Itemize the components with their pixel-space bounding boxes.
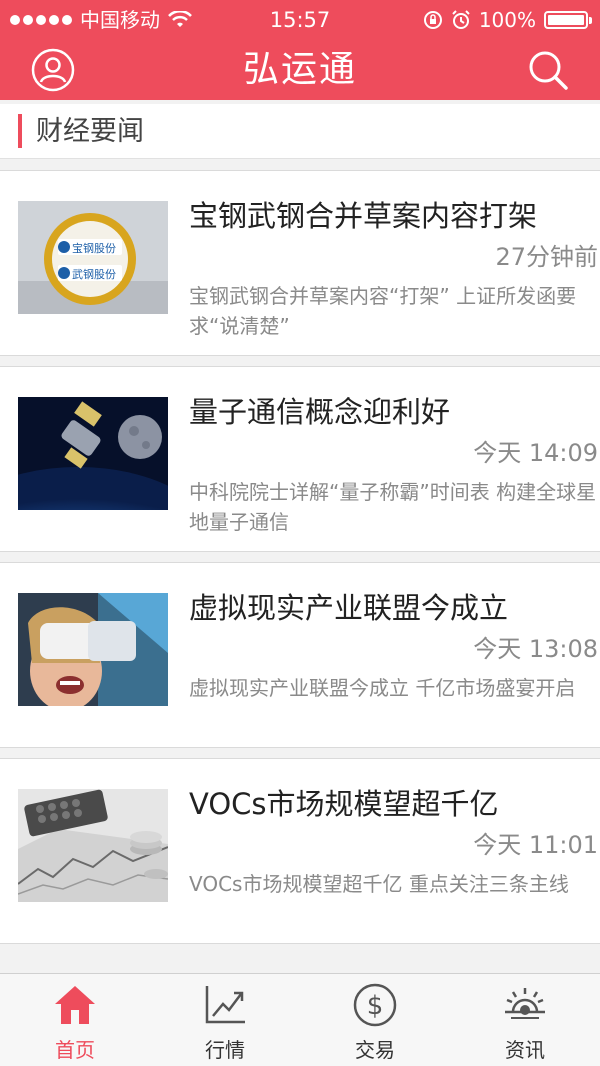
news-summary: VOCs市场规模望超千亿 重点关注三条主线 bbox=[189, 872, 569, 896]
news-time: 今天 14:09 bbox=[473, 439, 598, 467]
news-thumbnail bbox=[18, 789, 168, 902]
tab-market-label: 行情 bbox=[205, 1038, 245, 1062]
news-time: 今天 13:08 bbox=[473, 635, 598, 663]
news-list: 宝钢股份 武钢股份 宝钢武钢合并草案内容打架 27分钟前 宝钢武钢合并草案内容“… bbox=[0, 170, 600, 954]
tab-market[interactable]: 行情 bbox=[150, 974, 300, 1066]
chart-icon bbox=[205, 986, 245, 1024]
news-item[interactable]: 虚拟现实产业联盟今成立 今天 13:08 虚拟现实产业联盟今成立 千亿市场盛宴开… bbox=[0, 562, 600, 748]
news-thumbnail bbox=[18, 397, 168, 510]
news-item[interactable]: 宝钢股份 武钢股份 宝钢武钢合并草案内容打架 27分钟前 宝钢武钢合并草案内容“… bbox=[0, 170, 600, 356]
tab-home[interactable]: 首页 bbox=[0, 974, 150, 1066]
thumb-logo-text-1: 宝钢股份 bbox=[72, 241, 116, 255]
news-title: 虚拟现实产业联盟今成立 bbox=[189, 591, 509, 625]
thumb-logo-text-2: 武钢股份 bbox=[72, 268, 116, 281]
news-title: 宝钢武钢合并草案内容打架 bbox=[189, 199, 538, 233]
news-thumbnail: 宝钢股份 武钢股份 bbox=[18, 201, 168, 314]
news-time: 今天 11:01 bbox=[473, 831, 598, 859]
dollar-icon: $ bbox=[353, 983, 397, 1027]
app-header: 中国移动 15:57 100% 弘运通 bbox=[0, 0, 600, 100]
news-title: VOCs市场规模望超千亿 bbox=[189, 787, 499, 821]
status-right: 100% bbox=[423, 0, 592, 40]
news-thumbnail bbox=[18, 593, 168, 706]
tab-trade-label: 交易 bbox=[355, 1038, 395, 1062]
news-icon bbox=[505, 988, 545, 1019]
tab-news-label: 资讯 bbox=[505, 1038, 545, 1062]
section-header: 财经要闻 bbox=[0, 104, 600, 159]
news-summary: 中科院院士详解“量子称霸”时间表 构建全球星地量子通信 bbox=[189, 480, 597, 534]
news-item[interactable]: VOCs市场规模望超千亿 今天 11:01 VOCs市场规模望超千亿 重点关注三… bbox=[0, 758, 600, 944]
news-time: 27分钟前 bbox=[495, 243, 598, 271]
tab-news[interactable]: 资讯 bbox=[450, 974, 600, 1066]
section-title: 财经要闻 bbox=[36, 116, 144, 147]
app-title: 弘运通 bbox=[242, 49, 357, 90]
home-icon bbox=[55, 986, 95, 1024]
search-icon[interactable] bbox=[526, 48, 570, 92]
news-summary: 宝钢武钢合并草案内容“打架” 上证所发函要求“说清楚” bbox=[189, 284, 577, 338]
svg-text:$: $ bbox=[367, 991, 384, 1021]
battery-percent: 100% bbox=[478, 8, 536, 32]
news-item[interactable]: 量子通信概念迎利好 今天 14:09 中科院院士详解“量子称霸”时间表 构建全球… bbox=[0, 366, 600, 552]
news-title: 量子通信概念迎利好 bbox=[189, 395, 451, 429]
tab-home-label: 首页 bbox=[55, 1038, 95, 1062]
news-summary: 虚拟现实产业联盟今成立 千亿市场盛宴开启 bbox=[189, 676, 576, 700]
battery-icon bbox=[544, 11, 592, 29]
tab-bar: 首页 行情 $ 交易 资讯 bbox=[0, 973, 600, 1066]
alarm-icon bbox=[452, 10, 470, 29]
tab-trade[interactable]: $ 交易 bbox=[300, 974, 450, 1066]
rotation-lock-icon bbox=[423, 11, 442, 29]
status-bar: 中国移动 15:57 100% bbox=[0, 0, 600, 40]
section-accent bbox=[18, 114, 22, 148]
nav-bar: 弘运通 bbox=[0, 40, 600, 100]
